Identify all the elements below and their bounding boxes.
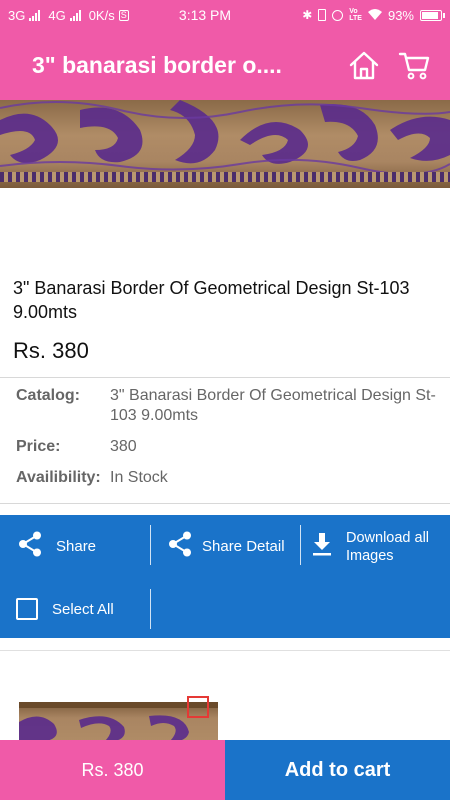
availability-value: In Stock xyxy=(110,469,168,486)
data-speed: 0K/s xyxy=(88,7,115,23)
availability-row: Availibility: In Stock xyxy=(16,468,441,488)
status-left: 3G 4G 0K/s S xyxy=(8,8,158,23)
share-icon xyxy=(168,531,192,561)
divider xyxy=(0,503,450,504)
volte-icon: Vo LTE xyxy=(349,8,362,22)
catalog-row: Catalog: 3" Banarasi Border Of Geometric… xyxy=(16,386,441,426)
catalog-label: Catalog: xyxy=(16,387,80,404)
s-badge-icon: S xyxy=(118,9,129,21)
product-price: Rs. 380 xyxy=(13,338,89,363)
network-1-label: 3G xyxy=(8,7,26,23)
clock: 3:13 PM xyxy=(178,7,232,23)
download-icon xyxy=(312,533,332,561)
actions-panel: Share Share Detail Download all Images S… xyxy=(0,515,450,638)
status-bar: 3G 4G 0K/s S 3:13 PM ✱ Vo LTE 93% xyxy=(0,0,450,30)
signal-2-icon xyxy=(69,9,81,21)
separator xyxy=(150,589,151,629)
product-image[interactable] xyxy=(0,100,450,255)
product-details: Catalog: 3" Banarasi Border Of Geometric… xyxy=(16,386,441,499)
app-bar: 3" banarasi border o.... xyxy=(0,30,450,100)
home-icon[interactable] xyxy=(344,45,384,85)
download-all-images-button[interactable]: Download all Images xyxy=(312,529,429,565)
cart-icon[interactable] xyxy=(394,45,434,85)
network-2-label: 4G xyxy=(48,7,66,23)
bottom-price: Rs. 380 xyxy=(0,740,225,800)
bluetooth-icon: ✱ xyxy=(302,8,313,22)
fabric-border-stripe xyxy=(0,172,450,182)
price-value: 380 xyxy=(110,438,137,455)
share-icon xyxy=(18,531,42,561)
separator xyxy=(300,525,301,565)
divider xyxy=(0,377,450,378)
share-detail-button[interactable]: Share Detail xyxy=(168,531,285,561)
select-all-label: Select All xyxy=(52,600,114,618)
wifi-icon xyxy=(367,8,382,23)
product-title: 3" Banarasi Border Of Geometrical Design… xyxy=(13,278,410,322)
download-label-line2: Images xyxy=(346,548,394,564)
status-right: ✱ Vo LTE 93% xyxy=(252,7,445,23)
page-title: 3" banarasi border o.... xyxy=(32,51,282,78)
thumbnail-select-checkbox[interactable] xyxy=(187,696,209,718)
share-button[interactable]: Share xyxy=(18,531,97,561)
select-all-button[interactable]: Select All xyxy=(16,597,114,621)
bottom-bar: Rs. 380 Add to cart xyxy=(0,740,450,800)
alarm-icon xyxy=(332,9,344,21)
battery-percent: 93% xyxy=(387,7,414,23)
catalog-value: 3" Banarasi Border Of Geometrical Design… xyxy=(110,387,436,424)
download-label-line1: Download all xyxy=(346,530,430,546)
price-label: Price: xyxy=(16,438,61,455)
share-label: Share xyxy=(56,537,97,555)
select-all-checkbox[interactable] xyxy=(16,598,38,620)
vibrate-icon xyxy=(318,9,327,21)
add-to-cart-button[interactable]: Add to cart xyxy=(225,740,450,800)
signal-1-icon xyxy=(29,9,41,21)
availability-label: Availibility: xyxy=(16,469,101,486)
share-detail-label: Share Detail xyxy=(202,537,285,555)
separator xyxy=(150,525,151,565)
battery-icon xyxy=(420,9,445,21)
price-row: Price: 380 xyxy=(16,437,441,457)
